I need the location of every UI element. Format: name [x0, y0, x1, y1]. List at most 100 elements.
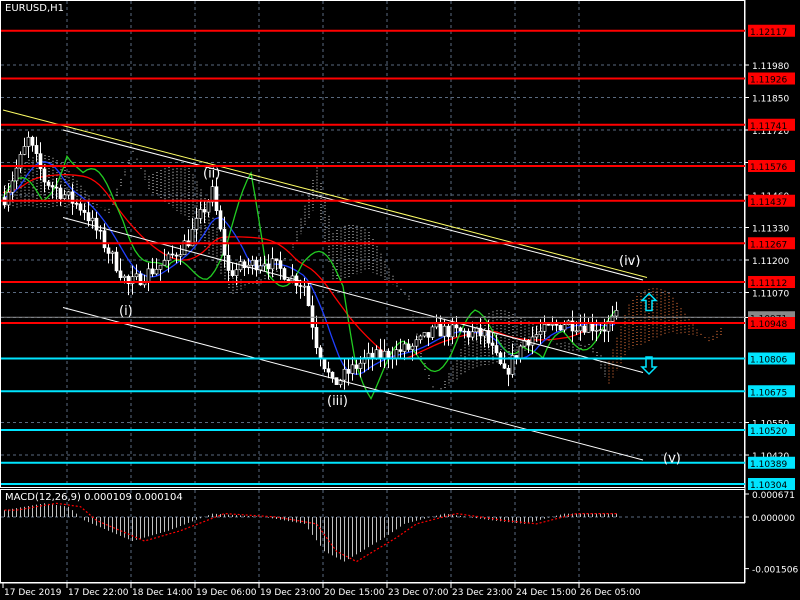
candle-bear	[426, 332, 431, 338]
candle-bull	[366, 352, 371, 358]
price-chart[interactable]: 17 Dec 2019 17 Dec 22:00 18 Dec 14:00 19 De…	[0, 0, 800, 600]
candle-bear	[294, 275, 299, 286]
time-tick-label: 17 Dec 2019	[4, 588, 62, 598]
candle-bear	[50, 185, 55, 188]
candle-bear	[306, 285, 311, 307]
candle-bear	[322, 358, 327, 369]
candle-bull	[586, 323, 591, 333]
candle-bull	[210, 186, 215, 203]
candle-bull	[14, 167, 19, 182]
candle-bull	[194, 218, 199, 230]
candle-bull	[594, 329, 599, 332]
candle-bear	[554, 324, 559, 326]
candle-bull	[6, 191, 11, 206]
candle-bull	[178, 254, 183, 257]
candle-bull	[250, 260, 255, 266]
support-level-label: 1.10520	[750, 427, 787, 437]
wave-label: (iv)	[619, 254, 640, 269]
candle-bear	[386, 350, 391, 359]
candle-bear	[506, 367, 511, 375]
time-tick-label: 17 Dec 22:00	[68, 588, 129, 598]
candle-bull	[10, 180, 15, 193]
candle-bull	[206, 201, 211, 213]
candle-bear	[174, 254, 179, 257]
candle-bull	[110, 251, 115, 254]
candle-bear	[102, 230, 107, 249]
candle-bear	[318, 347, 323, 360]
macd-histogram	[4, 503, 617, 562]
candle-bull	[598, 329, 603, 332]
support-level-label: 1.10806	[750, 356, 787, 366]
candle-bull	[442, 325, 447, 337]
candle-bear	[326, 368, 331, 373]
candle-bull	[90, 217, 95, 222]
time-tick-label: 18 Dec 14:00	[132, 588, 193, 598]
candle-bull	[270, 258, 275, 270]
resistance-level-label: 1.11576	[750, 163, 787, 173]
candle-bull	[342, 368, 347, 381]
candle-bear	[230, 270, 235, 276]
candle-bear	[138, 273, 143, 286]
candle-bear	[170, 253, 175, 256]
candle-bear	[354, 364, 359, 369]
macd-title: MACD(12,26,9) 0.000109 0.000104	[5, 492, 183, 503]
candle-bear	[30, 136, 35, 146]
candle-bear	[266, 263, 271, 270]
time-tick-label: 23 Dec 07:00	[388, 588, 449, 598]
channel-line	[62, 129, 644, 281]
time-tick-label: 19 Dec 23:00	[260, 588, 321, 598]
candle-bear	[202, 209, 207, 213]
candle-bull	[382, 350, 387, 359]
candle-bear	[34, 145, 39, 154]
candle-bear	[486, 330, 491, 344]
resistance-level-label: 1.11267	[750, 240, 787, 250]
wave-label: (i)	[119, 304, 133, 319]
candle-bear	[278, 260, 283, 269]
candle-bear	[462, 330, 467, 333]
candle-bear	[494, 345, 499, 354]
moving-average-green	[2, 154, 616, 400]
candle-bear	[118, 270, 123, 278]
candle-bull	[122, 275, 127, 278]
candle-bull	[358, 362, 363, 369]
candle-bear	[346, 368, 351, 374]
wave-label: (ii)	[203, 167, 220, 182]
candle-bear	[106, 247, 111, 254]
candle-bull	[422, 332, 427, 337]
candle-bull	[66, 191, 71, 196]
candle-bear	[458, 327, 463, 332]
candle-bear	[502, 363, 507, 369]
time-tick-label: 24 Dec 15:00	[516, 588, 577, 598]
candle-bear	[310, 305, 315, 328]
resistance-level-label: 1.11926	[750, 76, 787, 86]
candle-bull	[258, 265, 263, 271]
candle-bear	[98, 229, 103, 232]
candle-bear	[42, 168, 47, 183]
candle-bear	[226, 255, 231, 271]
candle-bear	[398, 349, 403, 352]
candle-bear	[298, 285, 303, 287]
price-tick-label: 1.11070	[752, 290, 789, 300]
candle-bull	[162, 260, 167, 266]
time-tick-label: 19 Dec 06:00	[196, 588, 257, 598]
candle-bear	[466, 330, 471, 338]
time-tick-label: 23 Dec 23:00	[452, 588, 513, 598]
candle-bull	[394, 349, 399, 359]
candle-bear	[46, 181, 51, 186]
candle-bear	[590, 323, 595, 332]
candle-bear	[286, 279, 291, 282]
resistance-level-label: 1.12117	[750, 28, 787, 38]
candle-bull	[134, 273, 139, 278]
candle-bull	[530, 336, 535, 346]
chart-title: EURUSD,H1	[5, 3, 65, 14]
resistance-level-label: 1.11112	[750, 279, 787, 289]
price-tick-label: 1.11850	[752, 95, 789, 105]
candle-bear	[74, 203, 79, 205]
wave-label: (iii)	[327, 394, 348, 409]
candle-bull	[350, 364, 355, 374]
macd-tick-label: 0.000000	[752, 514, 795, 524]
candle-bear	[274, 258, 279, 261]
candle-bull	[538, 330, 543, 335]
candle-bull	[374, 349, 379, 360]
macd-tick-label: -0.001506	[752, 566, 798, 576]
